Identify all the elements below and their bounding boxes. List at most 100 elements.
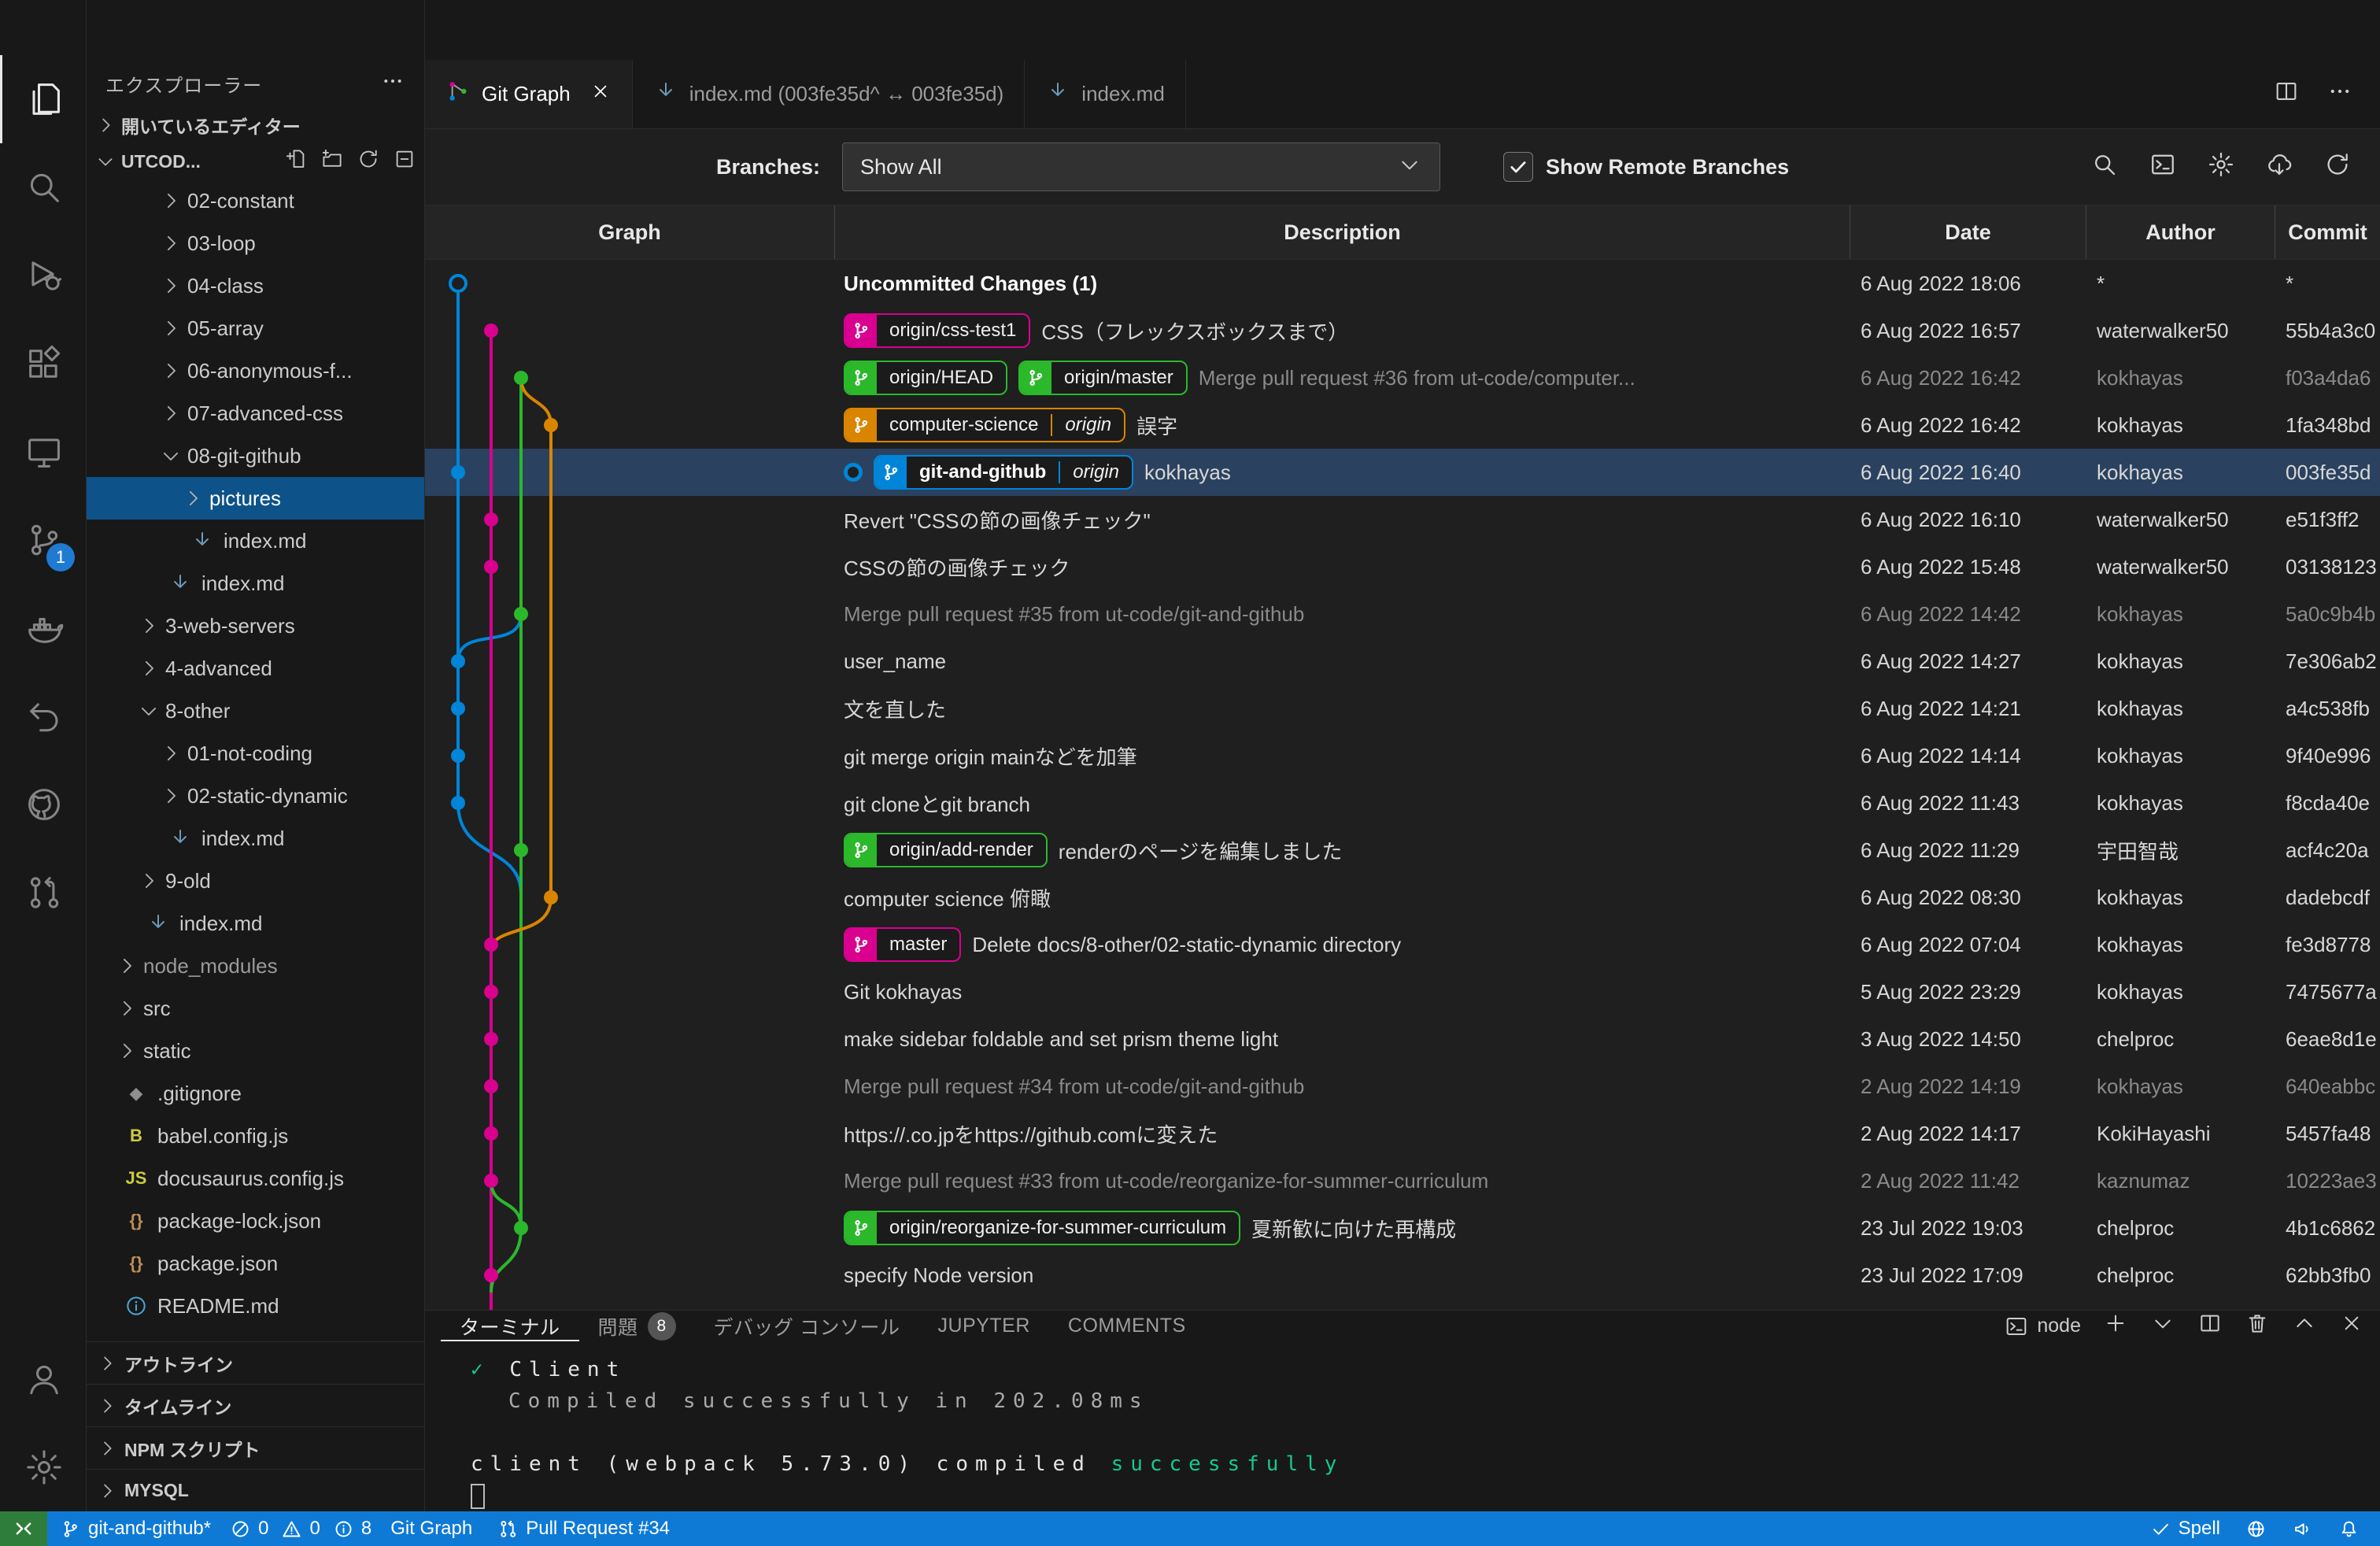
terminal-button[interactable] [2149, 150, 2177, 184]
activity-pull-requests[interactable] [0, 849, 86, 937]
tree-item-3-web-servers[interactable]: 3-web-servers [87, 605, 424, 647]
column-author[interactable]: Author [2086, 205, 2275, 259]
tree-item-src[interactable]: src [87, 987, 424, 1030]
activity-docker[interactable] [0, 584, 86, 672]
new-folder-button[interactable] [320, 147, 344, 176]
tree-item-02-constant[interactable]: 02-constant [87, 179, 424, 222]
status-feedback[interactable] [2279, 1511, 2326, 1546]
status-pull-request[interactable]: Pull Request #34 [485, 1511, 682, 1546]
branch-badge[interactable]: master [844, 927, 961, 962]
new-file-button[interactable] [284, 147, 308, 176]
branches-dropdown[interactable]: Show All [842, 142, 1440, 191]
commit-row[interactable]: Uncommitted Changes (1)6 Aug 2022 18:06*… [425, 260, 2380, 307]
section-mysql[interactable]: MYSQL [87, 1469, 424, 1511]
panel-tab-tab[interactable]: デバッグ コンソール [695, 1311, 919, 1341]
section-npm[interactable]: NPM スクリプト [87, 1426, 424, 1469]
open-editors-section[interactable]: 開いているエディター [87, 107, 424, 143]
tree-item-index-md[interactable]: index.md [87, 562, 424, 605]
commit-row[interactable]: masterDelete docs/8-other/02-static-dyna… [425, 921, 2380, 968]
split-editor-button[interactable] [2273, 78, 2300, 110]
tree-item-index-md[interactable]: index.md [87, 817, 424, 860]
activity-github[interactable] [0, 760, 86, 849]
commit-row[interactable]: CSSの節の画像チェック6 Aug 2022 15:48waterwalker5… [425, 543, 2380, 590]
remote-indicator[interactable] [0, 1511, 47, 1546]
tree-item-02-static-dynamic[interactable]: 02-static-dynamic [87, 775, 424, 817]
tree-item-8-other[interactable]: 8-other [87, 690, 424, 732]
commit-row[interactable]: make sidebar foldable and set prism them… [425, 1015, 2380, 1063]
commit-row[interactable]: Merge pull request #35 from ut-code/git-… [425, 590, 2380, 638]
commit-row[interactable]: origin/HEADorigin/masterMerge pull reque… [425, 354, 2380, 401]
chevron-down-button[interactable] [2150, 1311, 2175, 1341]
commit-row[interactable]: user_name6 Aug 2022 14:27kokhayas7e306ab… [425, 638, 2380, 685]
status-spell[interactable]: Spell [2138, 1511, 2233, 1546]
activity-explorer[interactable] [0, 55, 86, 143]
column-description[interactable]: Description [834, 205, 1850, 259]
panel-tab-tab[interactable]: ターミナル [441, 1311, 579, 1341]
settings-button[interactable] [2207, 150, 2235, 184]
workspace-section[interactable]: UTCOD... [87, 143, 424, 179]
commit-row[interactable]: computer-scienceorigin誤字6 Aug 2022 16:42… [425, 401, 2380, 449]
tree-item-9-old[interactable]: 9-old [87, 860, 424, 902]
tree-item-07-advanced-css[interactable]: 07-advanced-css [87, 392, 424, 435]
activity-settings[interactable] [0, 1423, 86, 1511]
tree-item-05-array[interactable]: 05-array [87, 307, 424, 350]
commit-row[interactable]: 文を直した6 Aug 2022 14:21kokhayasa4c538fb [425, 685, 2380, 732]
terminal-output[interactable]: ✓ ClientCompiled successfully in 202.08m… [425, 1341, 2380, 1511]
activity-run-and-debug[interactable] [0, 231, 86, 320]
activity-extensions[interactable] [0, 320, 86, 408]
ellipsis-button[interactable] [2326, 78, 2353, 110]
refresh-button[interactable] [357, 147, 380, 176]
tree-item-08-git-github[interactable]: 08-git-github [87, 435, 424, 477]
tree-item-static[interactable]: static [87, 1030, 424, 1072]
terminal-profile[interactable]: node [2004, 1314, 2081, 1339]
column-commit[interactable]: Commit [2275, 205, 2380, 259]
commit-row[interactable]: Git kokhayas5 Aug 2022 23:29kokhayas7475… [425, 968, 2380, 1015]
status-infos[interactable]: 8 [327, 1511, 378, 1546]
commit-row[interactable]: origin/add-renderrenderのページを編集しました6 Aug … [425, 827, 2380, 874]
tree-item-4-advanced[interactable]: 4-advanced [87, 647, 424, 690]
column-graph[interactable]: Graph [425, 205, 834, 259]
commit-row[interactable]: Merge pull request #34 from ut-code/git-… [425, 1063, 2380, 1110]
section-[interactable]: タイムライン [87, 1384, 424, 1426]
tab-git-graph[interactable]: Git Graph [425, 60, 633, 128]
commit-row[interactable]: https://.co.jpをhttps://github.comに変えた2 A… [425, 1110, 2380, 1157]
tree-item-06-anonymous-f[interactable]: 06-anonymous-f... [87, 350, 424, 392]
tree-item-gitignore[interactable]: ◆.gitignore [87, 1072, 424, 1115]
branch-badge[interactable]: git-and-githuborigin [874, 455, 1133, 490]
activity-source-control[interactable]: 1 [0, 496, 86, 584]
activity-search[interactable] [0, 143, 86, 231]
branch-badge[interactable]: origin/reorganize-for-summer-curriculum [844, 1211, 1240, 1245]
tree-item-01-not-coding[interactable]: 01-not-coding [87, 732, 424, 775]
branch-badge[interactable]: origin/master [1018, 361, 1188, 395]
split-editor-button[interactable] [2197, 1311, 2223, 1341]
tree-item-docusaurus-config-js[interactable]: JSdocusaurus.config.js [87, 1157, 424, 1200]
branch-badge[interactable]: computer-scienceorigin [844, 408, 1125, 442]
tree-item-pictures[interactable]: pictures [87, 477, 424, 520]
tab-index-md[interactable]: index.md [1025, 60, 1186, 128]
branch-badge[interactable]: origin/css-test1 [844, 313, 1030, 348]
tree-item-03-loop[interactable]: 03-loop [87, 222, 424, 264]
tree-item-package-json[interactable]: {}package.json [87, 1242, 424, 1285]
activity-accounts[interactable] [0, 1335, 86, 1423]
close-button[interactable] [2339, 1311, 2364, 1341]
tree-item-04-class[interactable]: 04-class [87, 264, 424, 307]
commit-row[interactable]: Revert "CSSの節の画像チェック"6 Aug 2022 16:10wat… [425, 496, 2380, 543]
plus-button[interactable] [2103, 1311, 2128, 1341]
activity-remote-explorer[interactable] [0, 408, 86, 496]
activity-undo[interactable] [0, 672, 86, 760]
commit-row[interactable]: origin/reorganize-for-summer-curriculum夏… [425, 1204, 2380, 1252]
cloud-download-button[interactable] [2265, 150, 2293, 184]
section-[interactable]: アウトライン [87, 1341, 424, 1384]
status-branch[interactable]: git-and-github* [47, 1511, 224, 1546]
tree-item-readme-md[interactable]: README.md [87, 1285, 424, 1327]
commit-row[interactable]: git cloneとgit branch6 Aug 2022 11:43kokh… [425, 779, 2380, 827]
status-notifications[interactable] [2326, 1511, 2372, 1546]
tree-item-package-lock-json[interactable]: {}package-lock.json [87, 1200, 424, 1242]
status-globe[interactable] [2233, 1511, 2279, 1546]
panel-tab-jupyter[interactable]: JUPYTER [918, 1311, 1048, 1341]
more-actions-icon[interactable] [380, 68, 405, 99]
branch-badge[interactable]: origin/add-render [844, 833, 1048, 867]
commit-row[interactable]: git-and-githuboriginkokhayas6 Aug 2022 1… [425, 449, 2380, 496]
tree-item-index-md[interactable]: index.md [87, 902, 424, 945]
column-date[interactable]: Date [1850, 205, 2086, 259]
